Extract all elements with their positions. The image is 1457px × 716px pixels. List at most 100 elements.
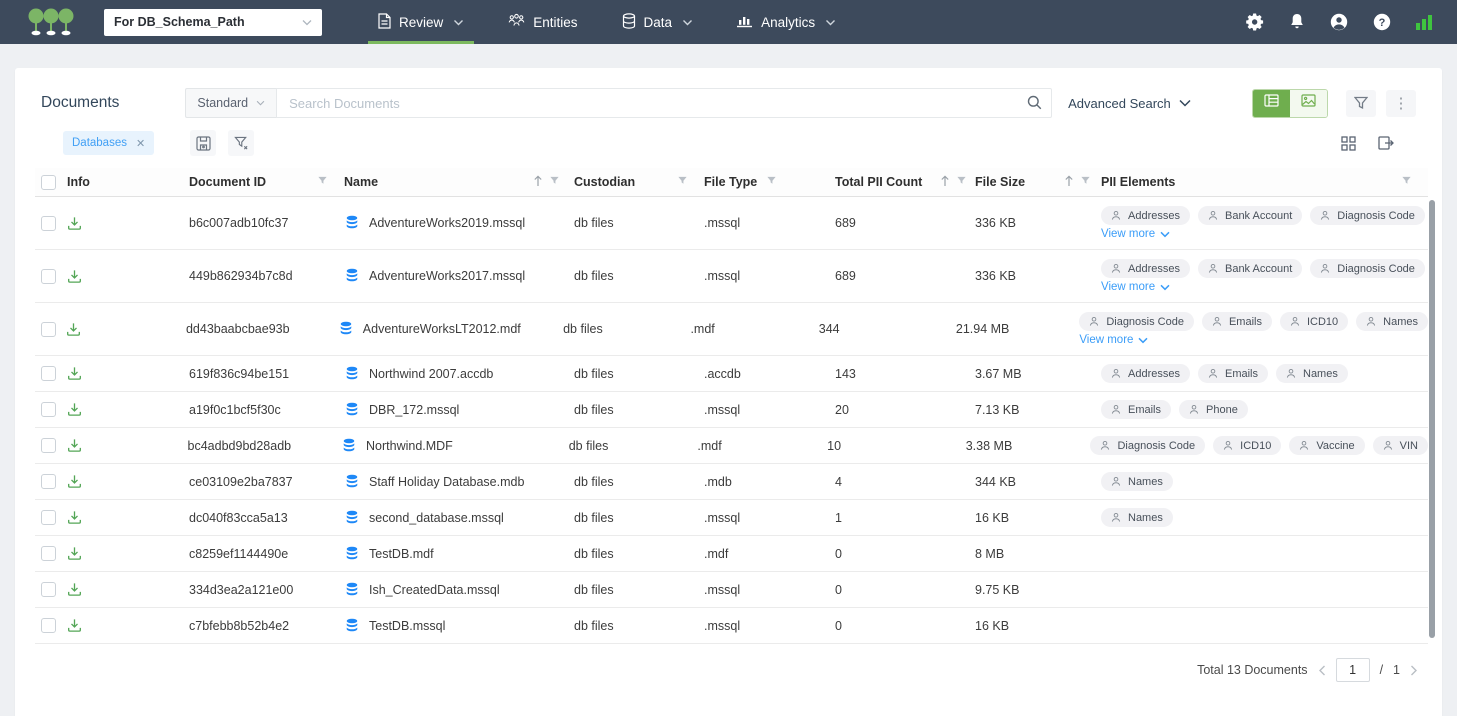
- document-name-cell[interactable]: Ish_CreatedData.mssql: [344, 582, 574, 598]
- user-avatar-icon[interactable]: [1330, 13, 1348, 31]
- document-name-cell[interactable]: Staff Holiday Database.mdb: [344, 474, 574, 490]
- advanced-search-toggle[interactable]: Advanced Search: [1068, 96, 1191, 111]
- header-info: Info: [67, 175, 90, 189]
- chevron-down-icon: [1179, 99, 1191, 107]
- download-icon[interactable]: [67, 269, 82, 284]
- filter-chip-databases[interactable]: Databases ✕: [63, 131, 155, 155]
- row-checkbox[interactable]: [41, 366, 56, 381]
- row-checkbox[interactable]: [41, 268, 56, 284]
- vertical-scrollbar[interactable]: [1429, 200, 1435, 638]
- row-checkbox[interactable]: [41, 546, 56, 561]
- sort-ascending-icon[interactable]: [1064, 174, 1074, 190]
- row-checkbox[interactable]: [41, 510, 56, 525]
- file-type-cell: .mssql: [704, 402, 741, 417]
- save-filter-icon[interactable]: [190, 130, 217, 156]
- header-pii-elements[interactable]: PII Elements: [1101, 175, 1428, 189]
- header-document-id[interactable]: Document ID: [189, 175, 344, 189]
- document-name-cell[interactable]: AdventureWorks2017.mssql: [344, 268, 574, 284]
- remove-chip-icon[interactable]: ✕: [136, 137, 145, 150]
- search-input[interactable]: [276, 88, 1053, 118]
- document-name-cell[interactable]: DBR_172.mssql: [344, 402, 574, 418]
- download-icon[interactable]: [67, 438, 82, 453]
- signal-bars-icon[interactable]: [1416, 14, 1433, 30]
- document-name-cell[interactable]: second_database.mssql: [344, 510, 574, 526]
- search-scope-dropdown[interactable]: Standard: [185, 88, 277, 118]
- pii-pill-row: Names: [1101, 472, 1173, 491]
- download-icon[interactable]: [66, 322, 81, 337]
- info-cell: [67, 402, 189, 417]
- row-checkbox[interactable]: [41, 402, 56, 417]
- pii-count-cell: 20: [835, 402, 849, 417]
- help-icon[interactable]: ?: [1373, 13, 1391, 31]
- download-icon[interactable]: [67, 366, 82, 381]
- header-file-size[interactable]: File Size: [975, 174, 1101, 190]
- project-selector[interactable]: For DB_Schema_Path: [104, 8, 322, 36]
- tab-analytics[interactable]: Analytics: [715, 0, 858, 44]
- image-view-icon: [1301, 94, 1316, 112]
- next-page-icon[interactable]: [1410, 665, 1418, 676]
- more-options-kebab-icon[interactable]: ⋮: [1386, 89, 1416, 117]
- filter-funnel-icon[interactable]: [1346, 89, 1376, 117]
- list-view-button[interactable]: [1253, 89, 1290, 117]
- image-view-button[interactable]: [1290, 89, 1327, 117]
- page-title: Documents: [41, 94, 120, 111]
- row-checkbox[interactable]: [41, 438, 56, 453]
- page-number-input[interactable]: [1335, 658, 1370, 682]
- tab-data[interactable]: Data: [600, 0, 716, 44]
- column-filter-icon[interactable]: [1401, 175, 1412, 189]
- database-file-icon: [344, 582, 360, 598]
- document-id-cell: dc040f83cca5a13: [189, 510, 288, 525]
- settings-gear-icon[interactable]: [1246, 13, 1264, 31]
- document-name-cell[interactable]: Northwind 2007.accdb: [344, 366, 574, 382]
- header-file-type[interactable]: File Type: [704, 175, 835, 189]
- sort-ascending-icon[interactable]: [533, 174, 543, 190]
- pii-pill-row: Addresses Emails Names: [1101, 364, 1348, 383]
- document-name-cell[interactable]: AdventureWorksLT2012.mdf: [338, 321, 563, 337]
- view-more-link[interactable]: View more: [1101, 281, 1170, 293]
- tab-entities[interactable]: Entities: [486, 0, 599, 44]
- search-icon[interactable]: [1027, 95, 1042, 110]
- row-checkbox[interactable]: [41, 321, 56, 337]
- document-name-cell[interactable]: Northwind.MDF: [341, 438, 569, 454]
- tab-review[interactable]: Review: [356, 0, 486, 44]
- person-icon: [1223, 440, 1233, 451]
- table-row: c8259ef1144490e TestDB.mdf db files .mdf 0 8 …: [35, 536, 1428, 572]
- custodian-cell: db files: [574, 474, 614, 489]
- pii-count-cell: 10: [827, 438, 842, 453]
- export-icon[interactable]: [1378, 135, 1394, 151]
- column-filter-icon[interactable]: [549, 175, 560, 189]
- row-checkbox[interactable]: [41, 215, 56, 231]
- row-checkbox[interactable]: [41, 582, 56, 597]
- row-checkbox[interactable]: [41, 618, 56, 633]
- select-all-checkbox[interactable]: [41, 174, 56, 190]
- download-icon[interactable]: [67, 510, 82, 525]
- previous-page-icon[interactable]: [1318, 665, 1326, 676]
- view-more-link[interactable]: View more: [1079, 334, 1148, 346]
- header-total-pii-count[interactable]: Total PII Count: [835, 174, 975, 190]
- clear-filters-icon[interactable]: [228, 130, 255, 156]
- column-filter-icon[interactable]: [317, 175, 328, 189]
- column-filter-icon[interactable]: [766, 175, 777, 189]
- table-layout-actions: [1341, 135, 1394, 151]
- download-icon[interactable]: [67, 582, 82, 597]
- document-name-cell[interactable]: TestDB.mdf: [344, 546, 574, 562]
- column-filter-icon[interactable]: [956, 175, 967, 189]
- download-icon[interactable]: [67, 216, 82, 231]
- download-icon[interactable]: [67, 618, 82, 633]
- view-more-link[interactable]: View more: [1101, 228, 1170, 240]
- document-name-cell[interactable]: AdventureWorks2019.mssql: [344, 215, 574, 231]
- notifications-bell-icon[interactable]: [1289, 13, 1305, 31]
- sort-ascending-icon[interactable]: [940, 174, 950, 190]
- document-name-cell[interactable]: TestDB.mssql: [344, 618, 574, 634]
- column-filter-icon[interactable]: [677, 175, 688, 189]
- download-icon[interactable]: [67, 474, 82, 489]
- column-filter-icon[interactable]: [1080, 175, 1091, 189]
- header-custodian[interactable]: Custodian: [574, 175, 704, 189]
- download-icon[interactable]: [67, 402, 82, 417]
- row-checkbox[interactable]: [41, 474, 56, 489]
- download-icon[interactable]: [67, 546, 82, 561]
- pii-element-pill: Diagnosis Code: [1090, 436, 1206, 455]
- pii-element-pill: Names: [1276, 364, 1348, 383]
- header-name[interactable]: Name: [344, 174, 574, 190]
- column-chooser-grid-icon[interactable]: [1341, 135, 1356, 151]
